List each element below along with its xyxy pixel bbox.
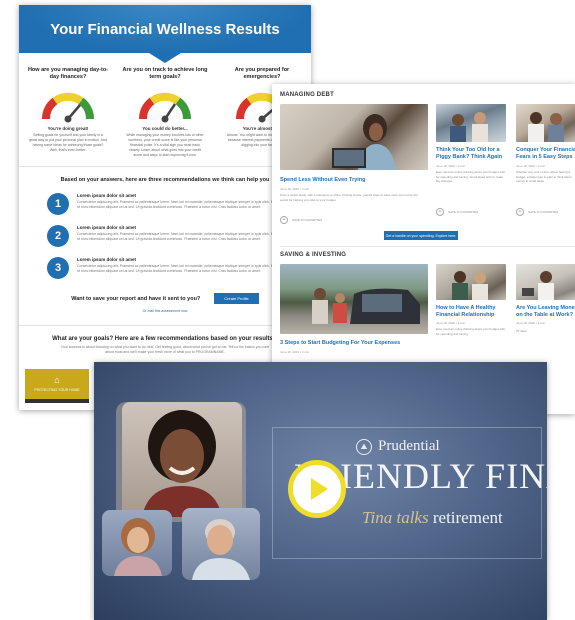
gauge-day-to-day: How are you managing day-to-day finances… xyxy=(25,67,111,158)
article-text: Whether any cost of all is about having … xyxy=(516,170,572,183)
tagline-name: Tina talks xyxy=(362,508,429,527)
recommendation-number: 3 xyxy=(47,257,69,279)
office-figure xyxy=(522,271,554,300)
gauge-question: How are you managing day-to-day finances… xyxy=(27,67,109,80)
gauge-status: You could do better... xyxy=(142,126,188,131)
article-text: Ever used an online thinking about your … xyxy=(436,327,506,336)
report-title: Your Financial Wellness Results xyxy=(50,20,280,38)
play-icon xyxy=(311,478,328,500)
recommendation-item: 3 Lorem ipsum dolor sit amet Consectetur… xyxy=(47,257,297,279)
plus-icon: + xyxy=(280,216,288,224)
recommendation-text: Consectetur adipiscing elit. Praesent ac… xyxy=(77,264,296,273)
financial-fears-photo[interactable] xyxy=(516,104,575,142)
article-title[interactable]: How to Have A Healthy Financial Relation… xyxy=(436,305,508,319)
article-meta: June 18, 2020 • 3 min xyxy=(436,321,466,325)
save-label: SAVE TO FAVORITES xyxy=(292,218,323,222)
man-figure xyxy=(192,519,250,580)
article-title[interactable]: Are You Leaving Money on the Table at Wo… xyxy=(516,305,575,319)
tile-label: PROTECTING YOUR HOME xyxy=(34,388,80,392)
article-title[interactable]: Conquer Your Financial Fears in 5 Easy S… xyxy=(516,147,575,161)
gauge-row: How are you managing day-to-day finances… xyxy=(19,63,311,158)
host-figure xyxy=(142,410,222,517)
gauge-meter-icon xyxy=(42,92,94,123)
healthy-relationship-photo[interactable] xyxy=(436,264,506,300)
recommendation-title: Lorem ipsum dolor sit amet xyxy=(77,257,137,262)
recommendation-number: 1 xyxy=(47,193,69,215)
divider xyxy=(19,166,311,167)
gauge-status: You're doing great! xyxy=(47,126,89,131)
brand-name: Prudential xyxy=(378,438,440,454)
article-text: Ever used an online thinking about your … xyxy=(436,170,506,183)
financial-wellness-report: Your Financial Wellness Results How are … xyxy=(19,5,311,410)
video-player[interactable]: ⛰ Prudential FRIENDLY FINANCE Tina talks… xyxy=(94,362,547,620)
money-at-work-photo[interactable] xyxy=(516,264,575,300)
feature-saving-photo[interactable] xyxy=(280,264,428,334)
woman-laptop-figure xyxy=(332,114,396,170)
recommendation-item: 2 Lorem ipsum dolor sit amet Consectetur… xyxy=(47,225,297,247)
save-label: SAVE TO FAVORITES xyxy=(448,210,479,214)
save-report-row: Want to save your report and have it sen… xyxy=(19,293,311,304)
header-notch xyxy=(149,53,181,63)
save-favorite-link[interactable]: + SAVE TO FAVORITES xyxy=(280,216,322,224)
piggy-bank-photo[interactable] xyxy=(436,104,506,142)
goals-question: What are your goals? Here are a few reco… xyxy=(52,336,278,342)
gauge-description: While managing your money involves lots … xyxy=(126,133,204,157)
recommendation-title: Lorem ipsum dolor sit amet xyxy=(77,193,137,198)
save-favorite-link[interactable]: + SAVE TO FAVORITES xyxy=(516,208,558,216)
feature-debt-title[interactable]: Spend Less Without Even Trying xyxy=(280,177,428,184)
divider xyxy=(280,246,575,247)
divider xyxy=(19,325,311,326)
recommendation-number: 2 xyxy=(47,225,69,247)
guest-portrait-man xyxy=(182,508,260,580)
save-label: SAVE TO FAVORITES xyxy=(528,210,559,214)
email-assessment-link[interactable]: Or mail this assessment now xyxy=(19,309,311,313)
save-favorite-link[interactable]: + SAVE TO FAVORITES xyxy=(436,208,478,216)
article-meta: June 18, 2020 • 3 min xyxy=(516,321,546,325)
article-meta: June 18, 2020 • 3 min xyxy=(516,164,546,168)
saving-investing-heading: SAVING & INVESTING xyxy=(280,252,347,258)
show-tagline: Tina talks retirement xyxy=(362,508,503,528)
plus-icon: + xyxy=(436,208,444,216)
tagline-rest: retirement xyxy=(432,508,503,527)
gauge-meter-icon xyxy=(139,92,191,123)
gauge-description: Setting goals for yourself and your fami… xyxy=(29,133,107,152)
couple-figures xyxy=(452,271,488,300)
feature-saving-meta: June 18, 2020 • 3 min xyxy=(280,350,310,354)
woman-figure xyxy=(114,518,162,576)
plus-icon: + xyxy=(516,208,524,216)
brand-row: ⛰ Prudential xyxy=(356,438,440,455)
recommendation-text: Consectetur adipiscing elit. Praesent ac… xyxy=(77,232,296,241)
family-figures xyxy=(450,112,488,142)
feature-saving-title[interactable]: 3 Steps to Start Budgeting For Your Expe… xyxy=(280,340,428,347)
create-profile-button[interactable]: Create Profile xyxy=(214,293,259,304)
article-meta: June 18, 2020 • 3 min xyxy=(436,164,466,168)
report-header: Your Financial Wellness Results xyxy=(19,5,311,53)
home-icon: ⌂ xyxy=(54,375,60,385)
guest-portrait-woman xyxy=(102,510,172,576)
managing-debt-heading: MANAGING DEBT xyxy=(280,92,334,98)
feature-debt-text: Over a recent study, with a relevance to… xyxy=(280,193,418,202)
save-report-question: Want to save your report and have it sen… xyxy=(71,295,201,302)
gauge-long-term: Are you on track to achieve long term go… xyxy=(122,67,208,158)
recommendations-heading: Based on your answers, here are three re… xyxy=(60,177,270,183)
recommendation-title: Lorem ipsum dolor sit amet xyxy=(77,225,137,230)
article-text: 75 days xyxy=(516,329,527,333)
host-portrait xyxy=(122,402,242,517)
family-car-figure xyxy=(312,288,420,324)
play-button[interactable] xyxy=(288,460,346,518)
feature-debt-meta: June 18, 2020 • 3 min xyxy=(280,187,310,191)
article-title[interactable]: Think Your Too Old for a Piggy Bank? Thi… xyxy=(436,147,508,161)
couple-figures xyxy=(528,112,564,142)
recommendation-item: 1 Lorem ipsum dolor sit amet Consectetur… xyxy=(47,193,297,215)
recommendation-text: Consectetur adipiscing elit. Praesent ac… xyxy=(77,200,296,209)
gauge-question: Are you on track to achieve long term go… xyxy=(122,67,208,80)
tile-footer-bar xyxy=(25,399,89,403)
goals-subtext: Your success is about focusing on what y… xyxy=(60,345,270,354)
protecting-home-tile[interactable]: ⌂ PROTECTING YOUR HOME xyxy=(25,369,89,399)
prudential-rock-icon: ⛰ xyxy=(356,438,372,455)
explore-budget-button[interactable]: Get a handle on your spending. Explore h… xyxy=(384,231,458,240)
feature-debt-photo[interactable] xyxy=(280,104,428,170)
